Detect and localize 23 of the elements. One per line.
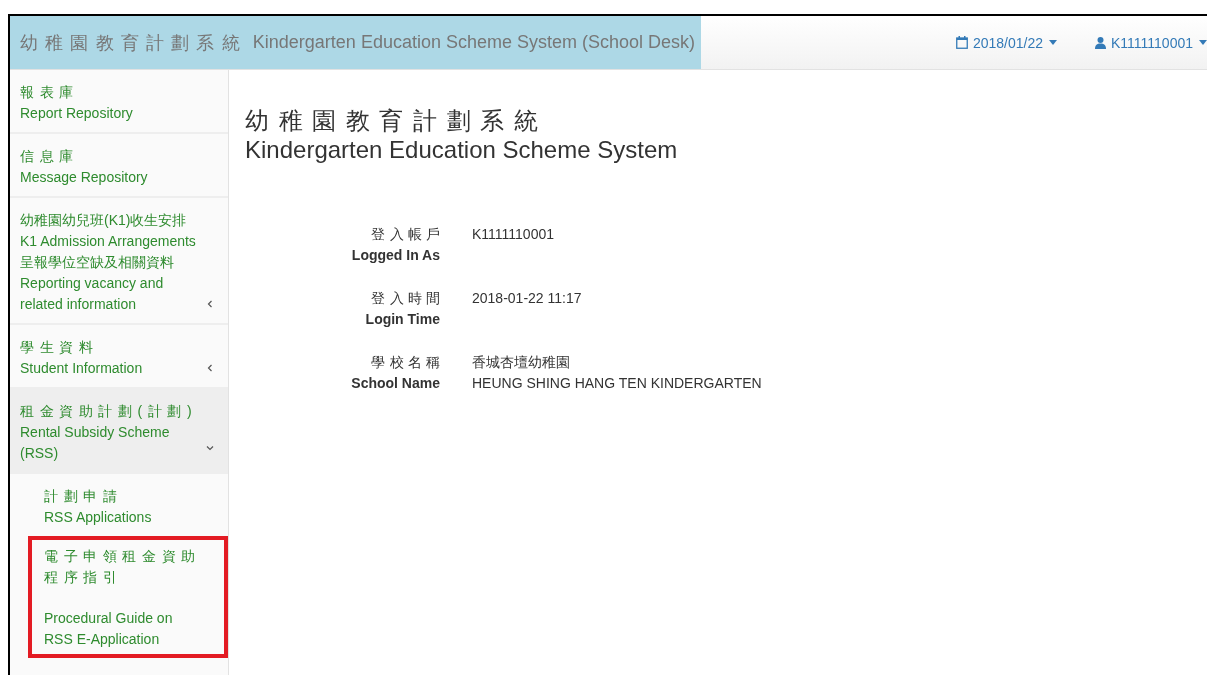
user-icon <box>1095 36 1106 49</box>
date-dropdown[interactable]: 2018/01/22 <box>955 34 1057 51</box>
chevron-left-icon <box>206 364 214 372</box>
sidebar-item[interactable]: 報表庫 Report Repository <box>10 70 228 134</box>
field-label: 登入時間 Login Time <box>364 289 440 329</box>
field-label: 登入帳戶 Logged In As <box>350 225 440 265</box>
page-title: 幼稚園教育計劃系統 Kindergarten Education Scheme System <box>245 106 679 164</box>
sidebar-item[interactable]: 幼稚園幼兒班(K1)收生安排 K1 Admission Arrangements 呈報學位空缺及相關資料 Reporting vacancy and related information <box>10 198 228 325</box>
caret-icon <box>1199 40 1207 45</box>
sidebar-subitem[interactable]: 計劃申請 RSS Applications <box>10 474 228 536</box>
chevron-down-icon <box>206 444 214 452</box>
field-value: 2018-01-22 11:17 <box>472 289 583 308</box>
field-label: 學校名稱 School Name <box>350 353 440 393</box>
chevron-left-icon <box>206 300 214 308</box>
sidebar-subitem[interactable]: 電子申領租金資助程序指引 Procedural Guide on RSS E-Application <box>28 536 228 658</box>
sidebar-item[interactable]: 信息庫 Message Repository <box>10 134 228 198</box>
field-value: K1111110001 <box>472 225 555 244</box>
calendar-icon <box>955 36 968 49</box>
field-value: 香城杏壇幼稚園 HEUNG SHING HANG TEN KINDERGARTEN <box>472 353 763 393</box>
user-dropdown[interactable]: K1111110001 <box>1095 34 1207 51</box>
sidebar-item[interactable]: 租金資助計劃(計劃) Rental Subsidy Scheme (RSS) <box>10 389 228 474</box>
caret-icon <box>1049 40 1057 45</box>
system-title: 幼稚園教育計劃系統 Kindergarten Education Scheme System (School Desk) <box>10 16 702 69</box>
